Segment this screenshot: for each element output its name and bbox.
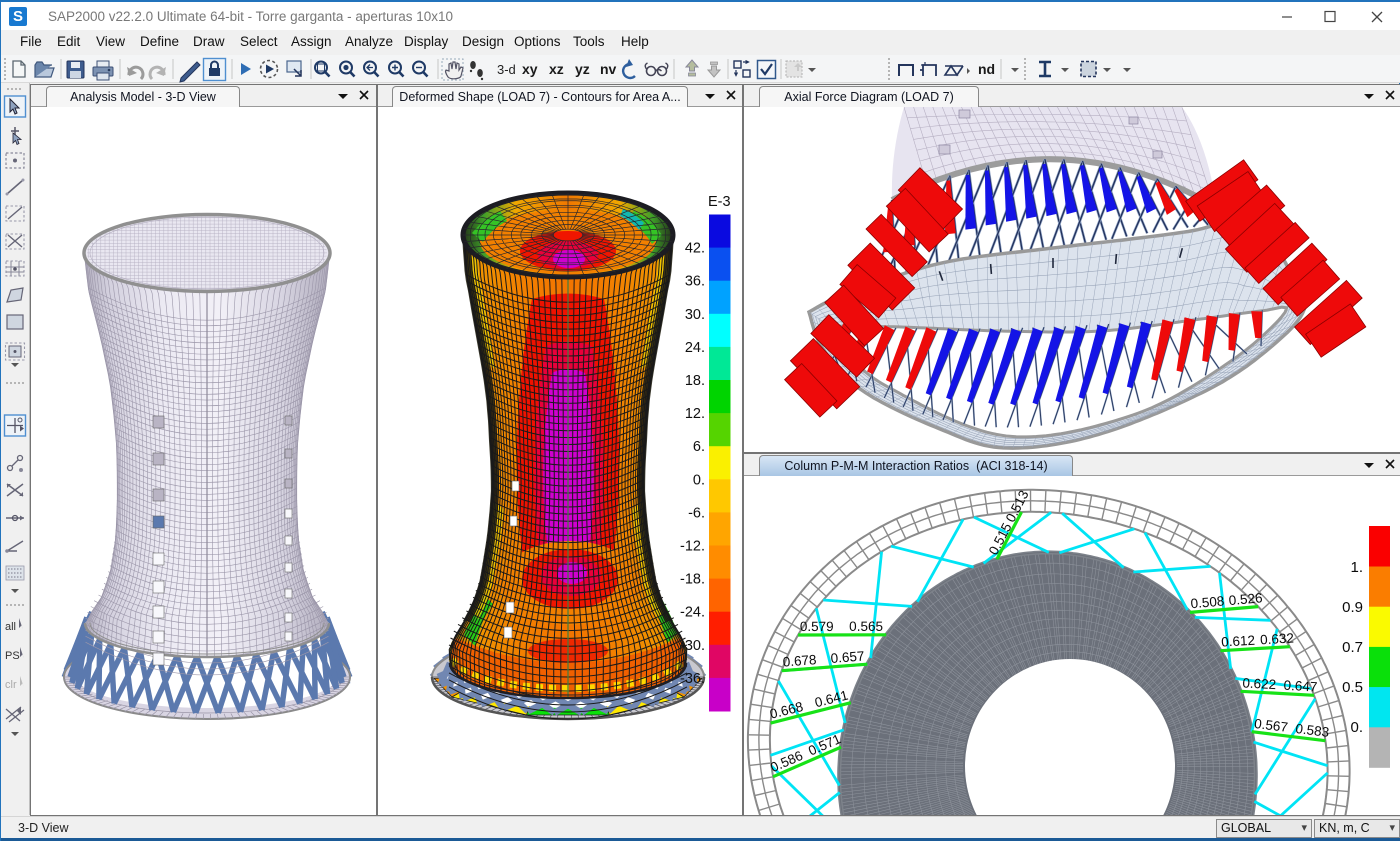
- svg-text:0.632: 0.632: [1260, 630, 1295, 647]
- svg-text:-30.: -30.: [680, 638, 705, 654]
- svg-text:nv: nv: [600, 61, 617, 77]
- svg-text:xy: xy: [522, 61, 538, 77]
- svg-text:clr: clr: [5, 679, 17, 691]
- svg-text:0.526: 0.526: [1228, 590, 1263, 608]
- svg-text:yz: yz: [575, 61, 590, 77]
- svg-text:E-3: E-3: [708, 194, 731, 210]
- svg-text:36.: 36.: [685, 274, 705, 290]
- svg-text:3-d: 3-d: [497, 62, 516, 77]
- svg-text:0.612: 0.612: [1221, 633, 1256, 650]
- svg-text:1.: 1.: [1350, 559, 1363, 576]
- svg-text:0.5: 0.5: [1342, 679, 1363, 696]
- svg-text:-24.: -24.: [680, 605, 705, 621]
- svg-text:0.657: 0.657: [830, 648, 865, 666]
- svg-text:0.7: 0.7: [1342, 639, 1363, 656]
- svg-text:42.: 42.: [685, 241, 705, 257]
- svg-text:-36.: -36.: [680, 671, 705, 687]
- svg-text:PS: PS: [5, 650, 20, 662]
- svg-text:xz: xz: [549, 61, 564, 77]
- svg-text:24.: 24.: [685, 340, 705, 356]
- svg-text:18.: 18.: [685, 373, 705, 389]
- svg-text:6.: 6.: [693, 439, 705, 455]
- svg-text:0.622: 0.622: [1242, 675, 1277, 692]
- svg-text:0.678: 0.678: [782, 652, 817, 670]
- svg-text:0.579: 0.579: [800, 619, 834, 634]
- svg-text:-18.: -18.: [680, 572, 705, 588]
- svg-text:0.: 0.: [1350, 719, 1363, 736]
- svg-text:12.: 12.: [685, 406, 705, 422]
- svg-text:-12.: -12.: [680, 539, 705, 555]
- svg-text:0.647: 0.647: [1283, 678, 1318, 695]
- svg-text:0.9: 0.9: [1342, 599, 1363, 616]
- svg-text:0.: 0.: [693, 472, 705, 488]
- svg-text:0.565: 0.565: [849, 619, 883, 634]
- svg-text:all: all: [5, 621, 16, 633]
- svg-text:nd: nd: [978, 61, 995, 77]
- svg-text:0.508: 0.508: [1190, 593, 1225, 611]
- svg-text:-6.: -6.: [688, 505, 705, 521]
- svg-text:30.: 30.: [685, 307, 705, 323]
